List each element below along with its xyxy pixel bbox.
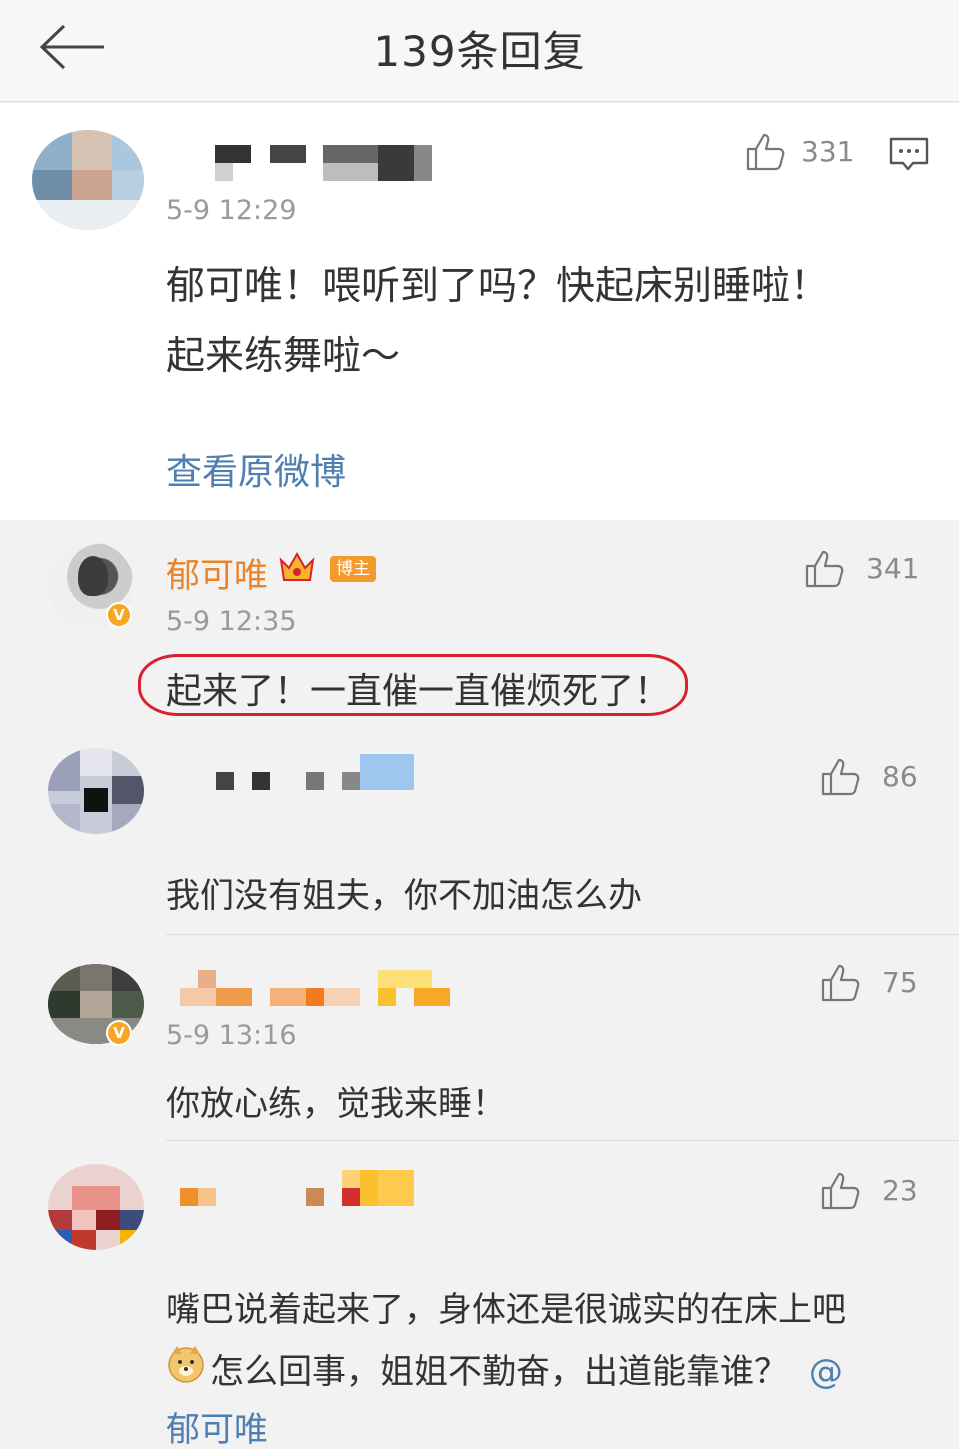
thumbs-up-icon: [821, 758, 860, 796]
comment-time: 5-9 12:35: [166, 606, 297, 637]
comment-text-line2: 起来练舞啦～: [166, 334, 401, 379]
author-name[interactable]: 郁可唯: [166, 548, 268, 597]
reply-text-line2-content: 怎么回事，姐姐不勤奋，出道能靠谁？: [210, 1352, 788, 1392]
blogger-badge: 博主: [330, 556, 376, 582]
reply-text-line2: 怎么回事，姐姐不勤奋，出道能靠谁？ @: [210, 1344, 843, 1393]
comment-time: 5-9 12:29: [166, 195, 297, 226]
thumbs-up-icon: [746, 133, 785, 171]
username-blurred[interactable]: [180, 970, 452, 1010]
reply-text-line1: 嘴巴说着起来了，身体还是很诚实的在床上吧: [166, 1290, 846, 1330]
avatar[interactable]: [48, 748, 144, 834]
username-blurred[interactable]: [180, 754, 420, 794]
like-count: 23: [882, 1174, 918, 1207]
thumbs-up-icon: [821, 964, 860, 1002]
doge-emoji-icon: [166, 1344, 206, 1384]
comment-time: 5-9 13:16: [166, 1020, 297, 1051]
like-count: 341: [866, 552, 920, 585]
page-title: 139条回复: [373, 27, 586, 76]
username-blurred[interactable]: [180, 1170, 420, 1210]
divider: [166, 1140, 959, 1141]
avatar[interactable]: [48, 1164, 144, 1250]
view-original-link[interactable]: 查看原微博: [166, 443, 346, 495]
like-button[interactable]: 75: [820, 962, 930, 1006]
like-button[interactable]: 341: [804, 548, 922, 592]
main-comment-card: 5-9 12:29 331 郁可唯！喂听到了吗？快起床别睡啦！ 起来练舞啦～ 查…: [0, 103, 959, 520]
divider: [166, 934, 959, 935]
like-button[interactable]: 331: [745, 131, 855, 175]
comment-bubble-icon: [889, 137, 929, 171]
comment-text-line1: 郁可唯！喂听到了吗？快起床别睡啦！: [166, 264, 830, 309]
avatar[interactable]: [32, 130, 144, 230]
mention-link[interactable]: 郁可唯: [166, 1402, 268, 1449]
thumbs-up-icon: [805, 550, 844, 588]
reply-text: 起来了！一直催一直催烦死了！: [166, 671, 671, 712]
username-blurred[interactable]: [215, 145, 435, 181]
verified-v-icon: V: [106, 1020, 132, 1046]
reply-text: 你放心练，觉我来睡！: [166, 1084, 506, 1124]
like-count: 331: [801, 135, 855, 168]
like-count: 75: [882, 966, 918, 999]
verified-v-icon: V: [106, 602, 132, 628]
like-count: 86: [882, 760, 918, 793]
reply-text: 我们没有姐夫，你不加油怎么办: [166, 876, 642, 916]
like-button[interactable]: 86: [820, 756, 930, 800]
thumbs-up-icon: [821, 1172, 860, 1210]
comment-button[interactable]: [888, 135, 930, 175]
like-button[interactable]: 23: [820, 1170, 930, 1214]
crown-icon: [278, 550, 316, 586]
top-bar: 139条回复: [0, 0, 959, 102]
replies-list: V 郁可唯 博主 5-9 12:35 341 起来了！一直催一直催烦死了！ 86…: [0, 520, 959, 1449]
mention-at[interactable]: @: [809, 1352, 843, 1392]
